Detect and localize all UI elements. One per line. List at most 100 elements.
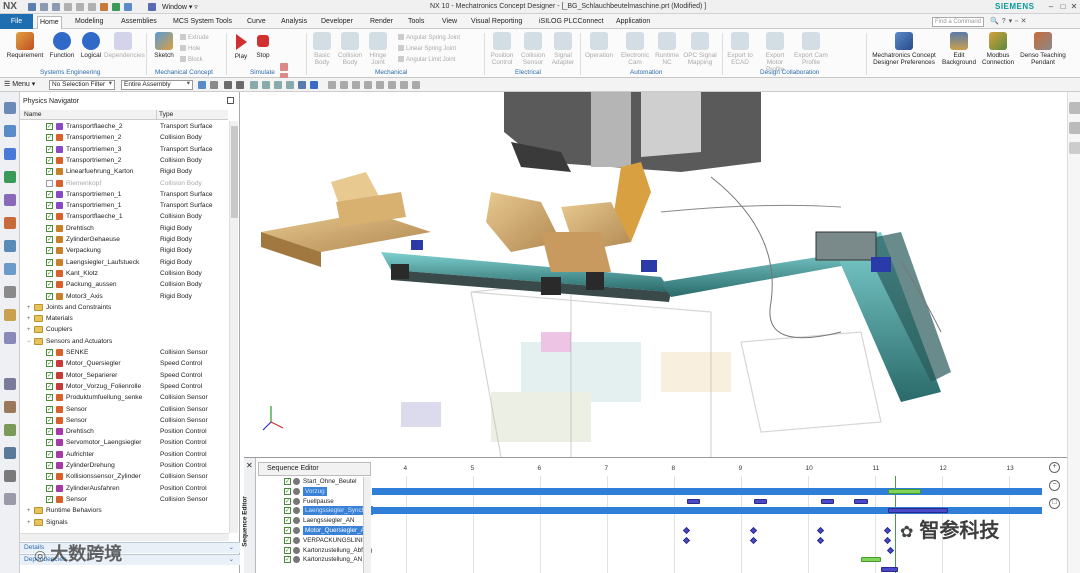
hole-button[interactable]: Hole bbox=[180, 45, 200, 52]
timeline-event-marker[interactable] bbox=[883, 536, 891, 544]
tab-modeling[interactable]: Modeling bbox=[73, 16, 105, 29]
snap-midpoint-icon[interactable] bbox=[340, 81, 348, 89]
system-navigator-icon[interactable] bbox=[4, 194, 16, 206]
mcd-preferences-button[interactable]: Mechatronics Concept Designer Preference… bbox=[868, 32, 940, 66]
play-icon[interactable] bbox=[112, 3, 120, 11]
roles-icon[interactable] bbox=[4, 378, 16, 390]
tab-tools[interactable]: Tools bbox=[406, 16, 426, 29]
runtime-inspector-icon[interactable] bbox=[4, 240, 16, 252]
edit-background-button[interactable]: Edit Background bbox=[940, 32, 978, 66]
close-icon[interactable]: ✕ bbox=[246, 461, 253, 470]
menu-button[interactable]: ☰ Menu ▾ bbox=[4, 80, 35, 88]
visibility-checkbox[interactable]: ✓ bbox=[46, 236, 53, 243]
quick-pick-icon[interactable] bbox=[250, 81, 258, 89]
sequence-checkbox[interactable]: ✓ bbox=[284, 546, 291, 554]
sequence-row[interactable]: ✓ Laengssiegler_Synchro bbox=[258, 506, 373, 516]
hinge-joint-button[interactable]: Hinge Joint bbox=[366, 32, 390, 66]
pause-icon[interactable] bbox=[280, 63, 288, 71]
sketch-button[interactable]: Sketch bbox=[152, 32, 176, 59]
navigator-row[interactable]: ✓ Transportflaeche_1 Collision Body bbox=[20, 211, 228, 222]
visibility-checkbox[interactable]: ✓ bbox=[46, 428, 53, 436]
requirement-button[interactable]: Requirement bbox=[6, 32, 44, 59]
timeline-operation-bar[interactable] bbox=[820, 498, 835, 504]
navigator-row[interactable]: ✓ Linearfuehrung_Karton Rigid Body bbox=[20, 166, 228, 177]
extrude-button[interactable]: Extrude bbox=[180, 34, 209, 41]
stop-button[interactable]: Stop bbox=[254, 32, 272, 59]
opc-signal-mapping-button[interactable]: OPC Signal Mapping bbox=[682, 32, 718, 66]
sequence-checkbox[interactable]: ✓ bbox=[284, 487, 291, 495]
navigator-row[interactable]: ✓ Motor3_Axis Rigid Body bbox=[20, 291, 228, 302]
selection-scope-dropdown[interactable]: Entire Assembly bbox=[121, 80, 193, 90]
graphics-viewport[interactable] bbox=[241, 92, 1067, 457]
tab-curve[interactable]: Curve bbox=[245, 16, 268, 29]
position-control-button[interactable]: Position Control bbox=[488, 32, 516, 66]
sequence-checkbox[interactable]: ✓ bbox=[284, 536, 291, 544]
navigator-row[interactable]: ✓ Kollisionssensor_Zylinder Collision Sens… bbox=[20, 471, 228, 482]
redo-icon[interactable] bbox=[52, 3, 60, 11]
runtime-nc-button[interactable]: Runtime NC bbox=[654, 32, 680, 66]
zoom-fit-icon[interactable]: □ bbox=[1049, 498, 1060, 509]
sequence-row[interactable]: ✓ Vorzug bbox=[258, 486, 371, 496]
export-to-ecad-button[interactable]: Export to ECAD bbox=[724, 32, 756, 66]
navigator-folder[interactable]: + Signals bbox=[20, 517, 228, 528]
tab-application[interactable]: Application bbox=[614, 16, 652, 29]
sequence-checkbox[interactable]: ✓ bbox=[284, 556, 291, 564]
navigator-row[interactable]: ✓ Servomotor_Laengsiegler Position Control bbox=[20, 437, 228, 448]
sequence-list-scrollbar[interactable] bbox=[363, 477, 371, 573]
timeline-event-marker[interactable] bbox=[749, 526, 757, 535]
visibility-checkbox[interactable]: ✓ bbox=[46, 473, 53, 481]
zoom-view-icon[interactable] bbox=[1069, 142, 1080, 154]
collision-sensor-button[interactable]: Collision Sensor bbox=[518, 32, 548, 66]
timeline-event-marker[interactable] bbox=[816, 526, 824, 535]
timeline-event-marker[interactable] bbox=[887, 546, 895, 554]
navigator-row[interactable]: ✓ Laengsiegler_Laufstueck Rigid Body bbox=[20, 257, 228, 268]
cut-icon[interactable] bbox=[64, 3, 72, 11]
sequence-row[interactable]: ✓ Kartonzustellung_Abfrag bbox=[258, 546, 372, 555]
angular-limit-joint-button[interactable]: Angular Limit Joint bbox=[398, 56, 455, 63]
denso-teaching-pendant-button[interactable]: Denso Teaching Pendant bbox=[1018, 32, 1068, 66]
select-icon[interactable] bbox=[198, 81, 206, 89]
assembly-navigator-icon[interactable] bbox=[4, 102, 16, 114]
navigator-pin-icon[interactable] bbox=[227, 97, 234, 104]
timeline-event-marker[interactable] bbox=[682, 536, 690, 544]
tab-file[interactable]: File bbox=[0, 14, 33, 29]
orient-view-icon[interactable] bbox=[298, 81, 306, 89]
visibility-checkbox[interactable]: ✓ bbox=[46, 179, 53, 187]
visibility-checkbox[interactable]: ✓ bbox=[46, 224, 53, 232]
navigator-row[interactable]: ✓ Transportriemen_1 Transport Surface bbox=[20, 200, 228, 211]
visibility-checkbox[interactable]: ✓ bbox=[46, 450, 53, 458]
navigator-row[interactable]: ✓ Transportriemen_2 Collision Body bbox=[20, 155, 228, 166]
navigator-folder[interactable]: + Joints and Constraints bbox=[20, 302, 228, 313]
part-navigator-icon[interactable] bbox=[4, 171, 16, 183]
timeline-operation-bar[interactable] bbox=[881, 567, 898, 573]
visibility-checkbox[interactable]: ✓ bbox=[46, 269, 53, 277]
navigator-row[interactable]: ✓ Aufrichter Position Control bbox=[20, 449, 228, 460]
timeline-operation-bar[interactable] bbox=[753, 498, 768, 504]
system-materials-icon[interactable] bbox=[4, 401, 16, 413]
sequence-row[interactable]: ✓ Kartonzustellung_AN bbox=[258, 555, 371, 564]
timeline-event-marker[interactable] bbox=[883, 526, 891, 535]
zoom-out-icon[interactable]: − bbox=[1049, 480, 1060, 491]
visibility-checkbox[interactable]: ✓ bbox=[46, 484, 53, 492]
pan-icon[interactable] bbox=[274, 81, 282, 89]
navigator-folder[interactable]: + Runtime Behaviors bbox=[20, 505, 228, 516]
linear-spring-joint-button[interactable]: Linear Spring Joint bbox=[398, 45, 456, 52]
visibility-checkbox[interactable]: ✓ bbox=[46, 416, 53, 424]
scrollbar-thumb[interactable] bbox=[231, 126, 238, 218]
snap-quadrant-icon[interactable] bbox=[364, 81, 372, 89]
modbus-connection-button[interactable]: Modbus Connection bbox=[978, 32, 1018, 66]
function-button[interactable]: Function bbox=[48, 32, 76, 59]
navigator-row[interactable]: ✓ Drehtisch Rigid Body bbox=[20, 223, 228, 234]
close-button[interactable]: ✕ bbox=[1069, 2, 1079, 11]
timeline-event-marker[interactable] bbox=[816, 536, 824, 544]
sequence-row[interactable]: ✓ Laengssiegler_AN bbox=[258, 516, 371, 525]
web-browser-icon[interactable] bbox=[4, 332, 16, 344]
tab-mcs-system-tools[interactable]: MCS System Tools bbox=[171, 16, 234, 29]
navigator-row[interactable]: ✓ Packung_aussen Collision Body bbox=[20, 279, 228, 290]
visibility-checkbox[interactable]: ✓ bbox=[46, 281, 53, 289]
snap-point-icon[interactable] bbox=[236, 81, 244, 89]
snap-curve-icon[interactable] bbox=[412, 81, 420, 89]
minimize-button[interactable]: – bbox=[1046, 2, 1056, 11]
sequence-row[interactable]: ✓ Fuellpause bbox=[258, 497, 371, 506]
selection-filter-dropdown[interactable]: No Selection Filter bbox=[49, 80, 115, 90]
